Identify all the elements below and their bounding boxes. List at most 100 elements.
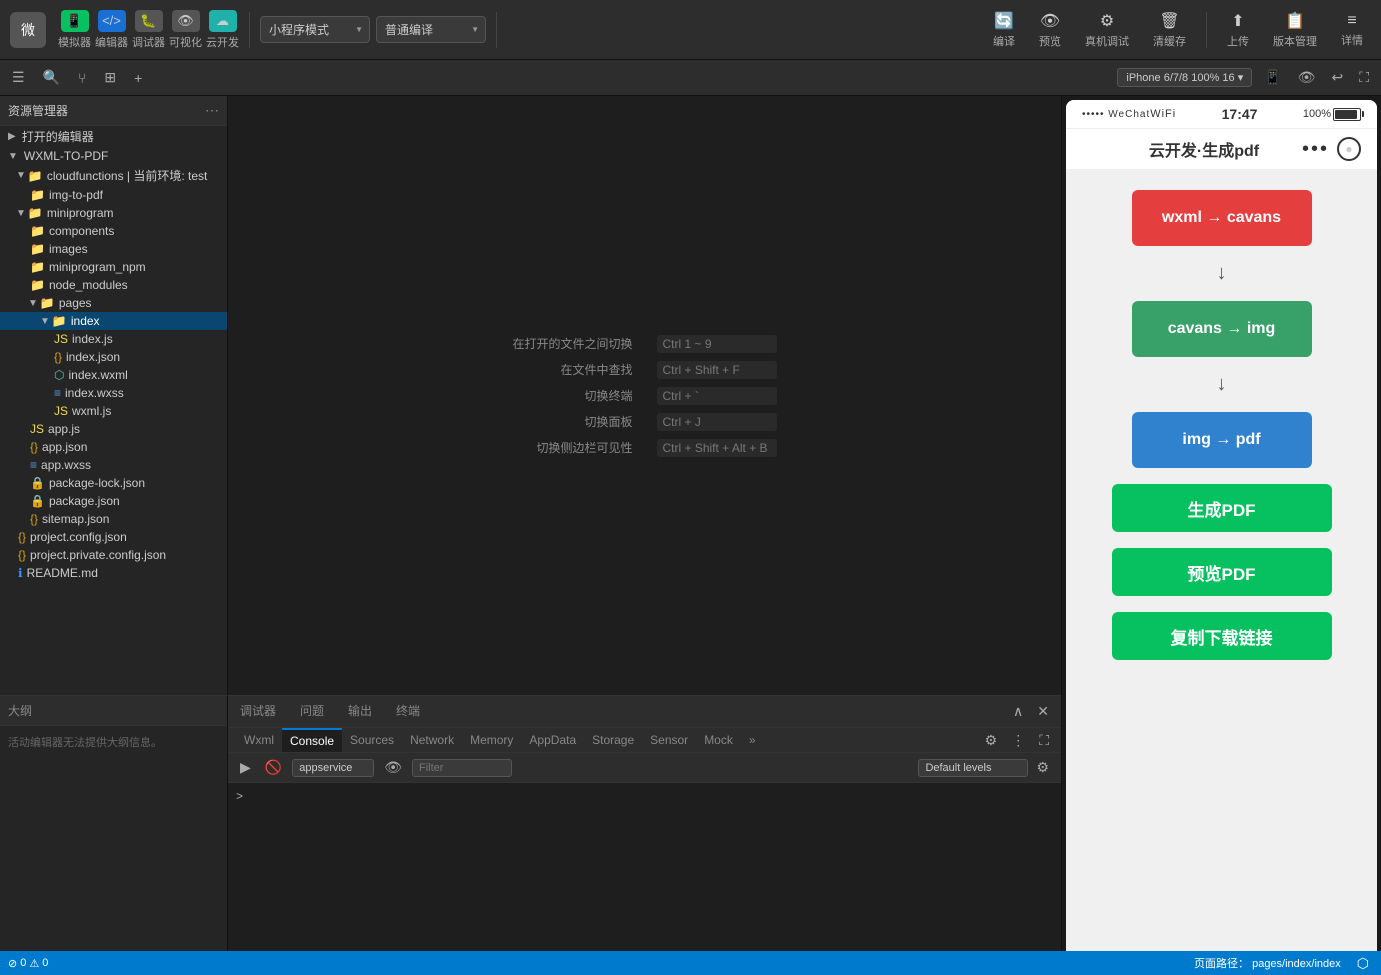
debug-tab-storage[interactable]: Storage [584, 729, 642, 751]
console-more-btn[interactable]: ⋮ [1007, 730, 1029, 751]
simulate-btn[interactable]: 📱 模拟器 [58, 10, 91, 50]
tree-item-wxml-js[interactable]: JS wxml.js [0, 402, 227, 420]
preview-btn[interactable]: 👁 预览 [1031, 11, 1069, 49]
realtest-btn[interactable]: ⚙ 真机调试 [1077, 11, 1137, 49]
git-btn[interactable]: ⑂ [74, 68, 90, 88]
phone-icon-btn[interactable]: 📱 [1260, 67, 1285, 88]
debug-tab-console[interactable]: Console [282, 728, 342, 752]
status-errors[interactable]: ⊘ 0 ⚠ 0 [8, 957, 48, 970]
tree-item-miniprogram-npm[interactable]: 📁 miniprogram_npm [0, 258, 227, 276]
sidebar-project-section[interactable]: ▼ WXML-TO-PDF [0, 147, 227, 165]
main-layout: 资源管理器 ⋯ ▶ 打开的编辑器 ▼ WXML-TO-PDF ▼📁 cloudf… [0, 96, 1381, 975]
tree-item-index[interactable]: ▼📁 index [0, 312, 227, 330]
visualize-icon: 👁 [172, 10, 200, 32]
sidebar-menu-icon[interactable]: ⋯ [205, 102, 219, 119]
tree-item-package-lock[interactable]: 🔒 package-lock.json [0, 474, 227, 492]
battery-bar [1333, 108, 1361, 121]
tree-item-cloudfunctions[interactable]: ▼📁 cloudfunctions | 当前环境: test [0, 165, 227, 186]
debugger-tabs-bar: Wxml Console Sources Network Memory AppD… [228, 728, 1061, 753]
mode-dropdown[interactable]: 小程序模式 [260, 16, 370, 43]
debug-tab-wxml[interactable]: Wxml [236, 729, 282, 751]
sidebar-toggle-btn[interactable]: ☰ [8, 67, 29, 88]
tree-item-project-private[interactable]: {} project.private.config.json [0, 546, 227, 564]
tree-item-sitemap-json[interactable]: {} sitemap.json [0, 510, 227, 528]
fullscreen-icon-btn[interactable]: ⛶ [1355, 67, 1373, 88]
device-info[interactable]: iPhone 6/7/8 100% 16 ▾ [1117, 68, 1252, 87]
tree-item-pages[interactable]: ▼📁 pages [0, 294, 227, 312]
navbar-dots[interactable]: ••• [1302, 138, 1329, 161]
tree-item-app-json[interactable]: {} app.json [0, 438, 227, 456]
debug-tab-memory[interactable]: Memory [462, 729, 521, 751]
shortcut-toggle-panel-key: Ctrl + J [657, 413, 777, 431]
sidebar-recent-section[interactable]: ▶ 打开的编辑器 [0, 126, 227, 147]
console-controls: ▶ 🚫 appservice 👁 Default levels ⚙ [228, 753, 1061, 783]
preview-pdf-btn[interactable]: 预览PDF [1112, 548, 1332, 596]
tree-item-app-wxss[interactable]: ≡ app.wxss [0, 456, 227, 474]
tree-item-readme[interactable]: ℹ README.md [0, 564, 227, 582]
console-expand-btn[interactable]: ⛶ [1035, 730, 1053, 751]
tree-item-images[interactable]: 📁 images [0, 240, 227, 258]
console-clear-btn[interactable]: 🚫 [261, 757, 286, 778]
tree-item-index-wxss[interactable]: ≡ index.wxss [0, 384, 227, 402]
tree-item-components[interactable]: 📁 components [0, 222, 227, 240]
tree-item-miniprogram[interactable]: ▼📁 miniprogram [0, 204, 227, 222]
simulate-icon: 📱 [61, 10, 89, 32]
debug-tab-appdata[interactable]: AppData [521, 729, 584, 751]
canvas-to-img-btn[interactable]: cavans → img [1132, 301, 1312, 357]
visualize-btn[interactable]: 👁 可视化 [169, 10, 202, 50]
top-toolbar: 微 📱 模拟器 </> 编辑器 🐛 调试器 👁 可视化 ☁ 云开发 小程序模式 … [0, 0, 1381, 60]
console-levels-select[interactable]: Default levels [918, 759, 1028, 777]
bottom-tab-output[interactable]: 输出 [344, 696, 376, 727]
panel-minimize-btn[interactable]: ∧ [1009, 701, 1027, 722]
clearcache-btn[interactable]: 🗑 清缓存 [1145, 11, 1194, 49]
debug-tab-mock[interactable]: Mock [696, 729, 741, 751]
img-to-pdf-btn[interactable]: img → pdf [1132, 412, 1312, 468]
sidebar-title: 资源管理器 [8, 102, 68, 119]
tree-item-index-json[interactable]: {} index.json [0, 348, 227, 366]
navbar-circle[interactable]: ● [1337, 137, 1361, 161]
panel-close-btn[interactable]: ✕ [1033, 701, 1053, 722]
version-btn[interactable]: 📋 版本管理 [1265, 11, 1325, 49]
compile-dropdown[interactable]: 普通编译 [376, 16, 486, 43]
debug-tab-sensor[interactable]: Sensor [642, 729, 696, 751]
search-btn[interactable]: 🔍 [39, 67, 64, 88]
upload-btn[interactable]: ⬆ 上传 [1219, 11, 1257, 49]
cloud-btn[interactable]: ☁ 云开发 [206, 10, 239, 50]
debug-tab-more[interactable]: » [741, 729, 764, 751]
rotate-icon-btn[interactable]: ↩ [1327, 67, 1347, 88]
phone-navbar: 云开发·生成pdf ••• ● [1066, 129, 1377, 170]
shortcut-find-in-file-key: Ctrl + Shift + F [657, 361, 777, 379]
console-run-btn[interactable]: ▶ [236, 757, 255, 778]
grid-btn[interactable]: ⊞ [100, 67, 120, 88]
bottom-tab-terminal[interactable]: 终端 [392, 696, 424, 727]
tree-item-index-wxml[interactable]: ⬡ index.wxml [0, 366, 227, 384]
wxml-to-canvas-btn[interactable]: wxml → cavans [1132, 190, 1312, 246]
eye-icon-btn[interactable]: 👁 [1294, 67, 1320, 88]
outline-panel: 大纲 活动编辑器无法提供大纲信息。 [0, 695, 228, 975]
compile-btn[interactable]: 🔄 编译 [985, 11, 1023, 49]
console-settings2-btn[interactable]: ⚙ [1032, 757, 1053, 778]
detail-btn[interactable]: ≡ 详情 [1333, 12, 1371, 48]
download-link-btn[interactable]: 复制下载链接 [1112, 612, 1332, 660]
console-filter-input[interactable] [412, 759, 512, 777]
bottom-tab-debugger[interactable]: 调试器 [236, 696, 280, 727]
tree-item-project-config[interactable]: {} project.config.json [0, 528, 227, 546]
tree-item-img-to-pdf[interactable]: 📁 img-to-pdf [0, 186, 227, 204]
tree-item-index-js[interactable]: JS index.js [0, 330, 227, 348]
console-source-select[interactable]: appservice [292, 759, 374, 777]
status-open-btn[interactable]: ⬡ [1353, 953, 1373, 974]
sep1 [249, 12, 250, 48]
debug-tab-network[interactable]: Network [402, 729, 462, 751]
editor-btn[interactable]: </> 编辑器 [95, 10, 128, 50]
tree-item-node-modules[interactable]: 📁 node_modules [0, 276, 227, 294]
phone-statusbar: ••••• WeChatWiFi 17:47 100% [1066, 100, 1377, 129]
add-panel-btn[interactable]: + [130, 68, 146, 88]
generate-pdf-btn[interactable]: 生成PDF [1112, 484, 1332, 532]
tree-item-package-json[interactable]: 🔒 package.json [0, 492, 227, 510]
console-settings-btn[interactable]: ⚙ [981, 730, 1002, 751]
console-eye-btn[interactable]: 👁 [380, 757, 406, 778]
tree-item-app-js[interactable]: JS app.js [0, 420, 227, 438]
bottom-tab-issues[interactable]: 问题 [296, 696, 328, 727]
debug-btn[interactable]: 🐛 调试器 [132, 10, 165, 50]
debug-tab-sources[interactable]: Sources [342, 729, 402, 751]
